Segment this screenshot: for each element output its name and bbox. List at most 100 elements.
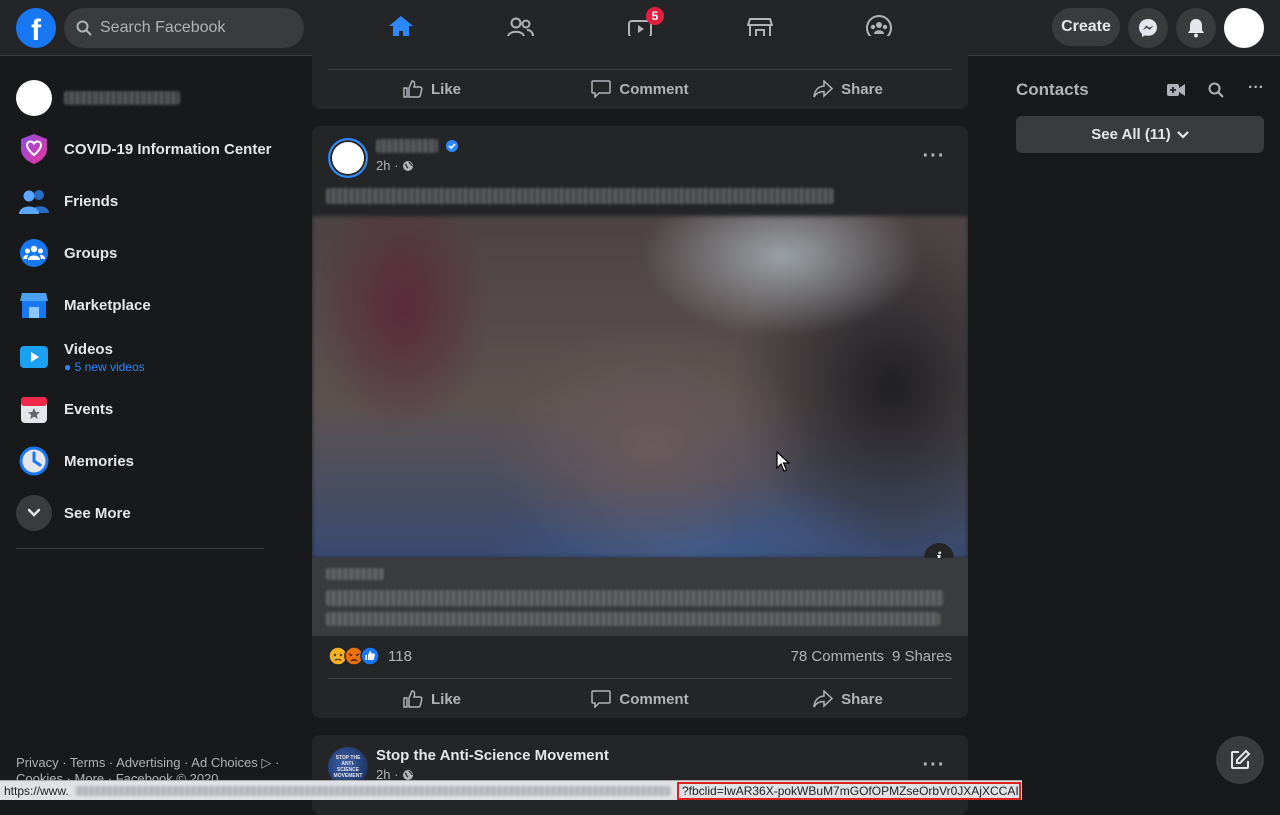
new-message-button[interactable]: [1216, 736, 1264, 784]
sidebar-item-events[interactable]: Events: [16, 383, 276, 435]
share-button[interactable]: Share: [744, 69, 952, 109]
like-button[interactable]: Like: [328, 679, 536, 718]
sidebar-item-friends[interactable]: Friends: [16, 175, 276, 227]
link-preview[interactable]: [312, 558, 968, 636]
covid-shield-icon: [16, 131, 52, 167]
compose-icon: [1231, 749, 1251, 769]
bell-icon: [1188, 19, 1204, 38]
see-all-contacts-button[interactable]: See All (11): [1016, 116, 1264, 153]
status-url-start: https://www.: [4, 783, 69, 798]
search-box[interactable]: [64, 8, 304, 48]
avatar: [16, 80, 52, 116]
sidebar-item-label: Videos: [64, 340, 113, 358]
see-all-label: See All (11): [1091, 126, 1171, 143]
facebook-logo[interactable]: f: [16, 8, 56, 48]
comment-icon: [591, 690, 612, 708]
comment-button[interactable]: Comment: [536, 69, 744, 109]
chevron-down-icon: [16, 495, 52, 531]
link-title-blurred-line2: [326, 612, 940, 626]
new-videos-count: ● 5 new videos: [64, 359, 145, 374]
search-contacts-button[interactable]: [1206, 80, 1226, 100]
like-label: Like: [430, 80, 461, 98]
post-time[interactable]: 2h ·: [376, 158, 398, 173]
sidebar-item-profile[interactable]: [16, 72, 276, 124]
comments-count[interactable]: 78 Comments: [791, 648, 884, 665]
search-icon: [76, 20, 92, 36]
memories-icon: [16, 443, 52, 479]
post-card-next: STOP THE ANTI-SCIENCE MOVEMENT Stop the …: [312, 735, 968, 815]
events-icon: [16, 391, 52, 427]
watch-notification-badge: 5: [646, 7, 664, 25]
reactions-summary[interactable]: 118: [328, 646, 412, 666]
new-room-button[interactable]: [1166, 80, 1186, 100]
thumbs-up-icon: [403, 690, 423, 708]
share-button[interactable]: Share: [744, 679, 952, 718]
link-title-blurred: [326, 590, 944, 606]
sidebar-item-see-more[interactable]: See More: [16, 487, 276, 539]
link-domain-blurred: [326, 568, 384, 580]
post-card-previous: Like Comment Share: [312, 36, 968, 109]
more-horizontal-icon: ···: [1248, 79, 1264, 96]
contacts-title: Contacts: [1016, 80, 1089, 99]
profile-name-blurred: [64, 91, 180, 105]
groups-icon: [16, 235, 52, 271]
messenger-icon: [1139, 19, 1157, 37]
browser-status-bar: https://www. ?fbclid=IwAR36X-pokWBuM7mGO…: [0, 780, 1022, 800]
globe-icon: [403, 160, 414, 171]
comment-button[interactable]: Comment: [536, 679, 744, 718]
create-button[interactable]: Create: [1052, 8, 1120, 46]
sidebar-item-label: Marketplace: [64, 296, 151, 314]
thumbs-up-icon: [403, 80, 423, 98]
share-icon: [813, 80, 834, 98]
post-text-blurred: [326, 188, 834, 204]
reaction-count: 118: [388, 647, 412, 665]
status-url-highlight: ?fbclid=IwAR36X-pokWBuM7mGOfOPMZseOrbVr0…: [677, 782, 1021, 800]
notifications-button[interactable]: [1176, 8, 1216, 48]
share-icon: [813, 690, 834, 708]
post-image-blurred[interactable]: [312, 216, 968, 558]
home-icon: [389, 15, 413, 38]
comment-label: Comment: [619, 80, 689, 98]
sidebar-item-groups[interactable]: Groups: [16, 227, 276, 279]
post-actions: Like Comment Share: [328, 69, 952, 109]
avatar[interactable]: [328, 138, 368, 178]
status-url-blurred: [74, 785, 671, 796]
like-reaction-icon: [360, 646, 380, 666]
sidebar-item-memories[interactable]: Memories: [16, 435, 276, 487]
post-options-button[interactable]: ···: [916, 747, 952, 783]
status-url-end: ?fbclid=IwAR36X-pokWBuM7mGOfOPMZseOrbVr0…: [682, 784, 1021, 798]
more-horizontal-icon: ···: [922, 753, 946, 776]
author-name[interactable]: Stop the Anti-Science Movement: [376, 747, 609, 764]
verified-badge-icon: [446, 140, 458, 152]
messenger-button[interactable]: [1128, 8, 1168, 48]
comment-label: Comment: [619, 690, 689, 708]
friends-icon: [16, 183, 52, 219]
comment-icon: [591, 80, 612, 98]
sidebar-item-covid[interactable]: COVID-19 Information Center: [16, 123, 276, 175]
sidebar-item-label: Friends: [64, 192, 119, 210]
search-input[interactable]: [100, 19, 290, 37]
share-label: Share: [841, 690, 883, 708]
shares-count[interactable]: 9 Shares: [892, 648, 952, 665]
author-name-blurred[interactable]: [376, 139, 438, 153]
account-avatar[interactable]: [1224, 8, 1264, 48]
mouse-cursor-icon: [776, 451, 790, 472]
share-label: Share: [841, 80, 883, 98]
post-options-button[interactable]: ···: [916, 138, 952, 174]
search-icon: [1208, 82, 1224, 98]
sidebar-item-label: COVID-19 Information Center: [64, 140, 272, 158]
more-horizontal-icon: ···: [922, 144, 946, 167]
marketplace-icon: [16, 287, 52, 323]
post-card: 2h · ··· i 118 78 Comments 9 Shares: [312, 126, 968, 718]
like-label: Like: [430, 690, 461, 708]
sidebar-item-marketplace[interactable]: Marketplace: [16, 279, 276, 331]
like-button[interactable]: Like: [328, 69, 536, 109]
sidebar-item-label: Groups: [64, 244, 118, 262]
sidebar-item-videos[interactable]: Videos ● 5 new videos: [16, 331, 276, 383]
globe-icon: [403, 769, 414, 780]
chevron-down-icon: [1177, 130, 1189, 139]
left-sidebar: COVID-19 Information Center Friends Grou…: [0, 56, 300, 800]
videos-icon: [16, 339, 52, 375]
contacts-options-button[interactable]: ···: [1244, 78, 1268, 98]
video-camera-plus-icon: [1167, 84, 1185, 96]
